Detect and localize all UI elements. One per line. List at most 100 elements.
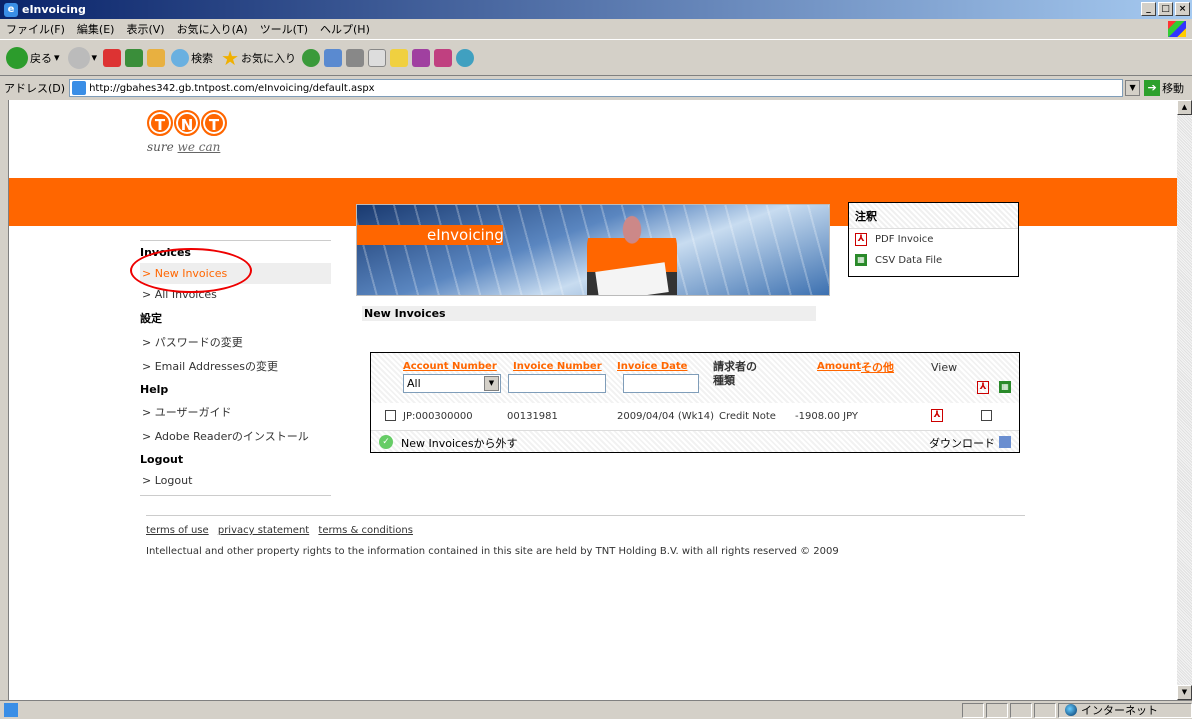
invoice-table: Account Number Invoice Number Invoice Da…: [370, 352, 1020, 453]
invoice-date-input[interactable]: [623, 374, 699, 393]
zone-label: インターネット: [1081, 704, 1158, 717]
remove-from-new-button[interactable]: New Invoicesから外す: [401, 435, 518, 451]
legend-box: 注釈 ⅄ PDF Invoice ▦ CSV Data File: [848, 202, 1019, 277]
copyright-text: Intellectual and other property rights t…: [146, 546, 839, 557]
close-button[interactable]: ×: [1175, 2, 1190, 16]
pdf-all-icon[interactable]: ⅄: [977, 381, 989, 394]
window-title: eInvoicing: [22, 3, 86, 16]
minimize-button[interactable]: _: [1141, 2, 1156, 16]
star-icon: ★: [221, 45, 239, 70]
go-label: 移動: [1162, 82, 1185, 95]
row-select-checkbox[interactable]: [385, 410, 396, 421]
logo-letter-t1: T: [147, 110, 173, 136]
favorites-label: お気に入り: [241, 51, 296, 65]
refresh-icon[interactable]: [125, 48, 144, 67]
csv-icon: ▦: [855, 254, 867, 266]
logo-letter-t2: T: [201, 110, 227, 136]
address-input[interactable]: http://gbahes342.gb.tntpost.com/eInvoici…: [69, 79, 1124, 97]
search-button[interactable]: 検索: [169, 48, 215, 67]
scroll-down-icon[interactable]: ▼: [1177, 685, 1192, 700]
sidebar-item-logout[interactable]: > Logout: [140, 470, 331, 491]
sort-account-number[interactable]: Account Number: [403, 361, 497, 372]
menu-file[interactable]: ファイル(F): [6, 21, 65, 37]
forward-button[interactable]: ▾: [66, 46, 100, 69]
menu-tools[interactable]: ツール(T): [260, 21, 308, 37]
print-icon[interactable]: [346, 48, 364, 67]
address-label: アドレス(D): [4, 82, 66, 95]
legend-pdf: PDF Invoice: [875, 234, 934, 245]
sidebar-item-user-guide[interactable]: > ユーザーガイド: [140, 400, 331, 424]
sidebar-item-password[interactable]: > パスワードの変更: [140, 330, 331, 354]
back-label: 戻る: [30, 51, 52, 65]
download-icon[interactable]: [999, 436, 1011, 448]
history-icon[interactable]: [302, 48, 320, 67]
sort-invoice-date[interactable]: Invoice Date: [617, 361, 687, 372]
section-title: New Invoices: [362, 306, 816, 321]
row-invoice-date: 2009/04/04 (Wk14): [617, 411, 715, 422]
menu-favorites[interactable]: お気に入り(A): [177, 21, 248, 37]
banner-label: eInvoicing: [357, 225, 504, 245]
privacy-statement-link[interactable]: privacy statement: [218, 525, 309, 536]
search-icon: [171, 48, 190, 67]
highlight-circle: [130, 248, 252, 293]
sidebar-head-settings: 設定: [140, 312, 162, 325]
globe-icon: [1065, 704, 1077, 716]
sort-invoice-number[interactable]: Invoice Number: [513, 361, 602, 372]
check-icon[interactable]: ✓: [379, 435, 393, 449]
logo-letter-n: N: [174, 110, 200, 136]
address-url: http://gbahes342.gb.tntpost.com/eInvoici…: [89, 82, 375, 94]
row-account: JP:000300000: [403, 411, 473, 422]
account-filter-value: All: [407, 377, 421, 390]
browser-toolbar: 戻る ▾ ▾ 検索 ★ お気に入り: [0, 40, 1192, 76]
sidebar-head-logout: Logout: [140, 453, 184, 466]
download-button[interactable]: ダウンロード: [929, 435, 995, 451]
csv-all-icon[interactable]: ▦: [999, 381, 1011, 393]
account-filter-select[interactable]: All ▼: [403, 374, 501, 393]
address-dropdown-icon[interactable]: ▼: [1125, 80, 1141, 96]
tnt-logo[interactable]: T N T sure we can: [147, 110, 227, 154]
row-type: Credit Note: [719, 411, 776, 422]
claimant-type-header-2: 種類: [713, 374, 735, 387]
home-icon[interactable]: [147, 48, 166, 67]
logo-slogan: sure we can: [147, 140, 221, 154]
row-amount: -1908.00 JPY: [795, 411, 859, 422]
back-button[interactable]: 戻る ▾: [4, 46, 62, 69]
scroll-up-icon[interactable]: ▲: [1177, 100, 1192, 115]
menu-view[interactable]: 表示(V): [126, 21, 164, 37]
messenger-icon[interactable]: [412, 48, 430, 67]
invoice-number-input[interactable]: [508, 374, 606, 393]
sidebar-head-help: Help: [140, 383, 169, 396]
sidebar-item-email[interactable]: > Email Addressesの変更: [140, 354, 331, 378]
legend-csv: CSV Data File: [875, 254, 943, 266]
vertical-scrollbar[interactable]: ▲ ▼: [1177, 100, 1192, 700]
sort-amount[interactable]: Amount: [817, 361, 861, 372]
menu-help[interactable]: ヘルプ(H): [320, 21, 370, 37]
people-icon[interactable]: [456, 48, 474, 67]
table-footer: ✓ New Invoicesから外す ダウンロード: [371, 430, 1019, 452]
menu-bar: ファイル(F) 編集(E) 表示(V) お気に入り(A) ツール(T) ヘルプ(…: [0, 19, 1192, 40]
page-status-icon: [4, 703, 18, 717]
mail-icon[interactable]: [324, 48, 342, 67]
forward-arrow-icon: [67, 46, 90, 69]
edit-icon[interactable]: [368, 48, 386, 67]
status-bar: インターネット: [0, 700, 1192, 719]
security-zone: インターネット: [1058, 702, 1192, 718]
row-pdf-icon[interactable]: ⅄: [931, 409, 943, 422]
go-button[interactable]: ➔ 移動: [1144, 80, 1184, 96]
terms-conditions-link[interactable]: terms & conditions: [318, 525, 413, 536]
legend-title: 注釈: [849, 203, 1018, 229]
page-icon: [72, 81, 87, 95]
sidebar-item-adobe-reader[interactable]: > Adobe Readerのインストール: [140, 424, 331, 448]
notes-icon[interactable]: [390, 48, 408, 67]
tool-icon[interactable]: [434, 48, 452, 67]
back-arrow-icon: [6, 46, 28, 69]
window-titlebar: e eInvoicing _ □ ×: [0, 0, 1192, 19]
stop-icon[interactable]: [103, 48, 122, 67]
maximize-button[interactable]: □: [1158, 2, 1173, 16]
page-viewport: T N T sure we can eInvoicing 注釈 ⅄ PDF In…: [8, 100, 1177, 700]
menu-edit[interactable]: 編集(E): [77, 21, 115, 37]
row-csv-checkbox[interactable]: [981, 410, 992, 421]
sort-other[interactable]: その他: [861, 359, 894, 375]
favorites-button[interactable]: ★ お気に入り: [219, 46, 298, 70]
terms-of-use-link[interactable]: terms of use: [146, 525, 209, 536]
